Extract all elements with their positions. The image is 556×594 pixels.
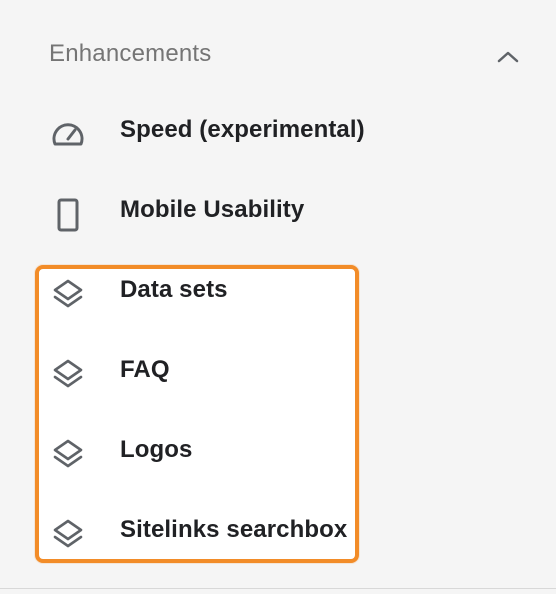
section-title: Enhancements xyxy=(49,40,212,67)
nav-item-sitelinks-searchbox[interactable]: Sitelinks searchbox xyxy=(0,495,556,575)
nav-label-logos: Logos xyxy=(120,436,193,463)
nav-item-speed[interactable]: Speed (experimental) xyxy=(0,95,556,175)
divider xyxy=(0,588,556,589)
nav-item-data-sets[interactable]: Data sets xyxy=(0,255,556,335)
nav-label-data-sets: Data sets xyxy=(120,276,228,303)
nav-item-mobile-usability[interactable]: Mobile Usability xyxy=(0,175,556,255)
layers-icon xyxy=(48,515,88,555)
enhancements-section-header[interactable]: Enhancements xyxy=(0,0,556,110)
smartphone-icon xyxy=(48,195,88,235)
layers-icon xyxy=(48,435,88,475)
layers-icon xyxy=(48,355,88,395)
nav-label-faq: FAQ xyxy=(120,356,170,383)
speedometer-icon xyxy=(48,115,88,155)
nav-label-sitelinks-searchbox: Sitelinks searchbox xyxy=(120,516,348,543)
layers-icon xyxy=(48,275,88,315)
chevron-up-icon[interactable] xyxy=(494,44,522,68)
nav-item-logos[interactable]: Logos xyxy=(0,415,556,495)
nav-label-speed: Speed (experimental) xyxy=(120,116,365,143)
nav-label-mobile-usability: Mobile Usability xyxy=(120,196,305,223)
nav-item-faq[interactable]: FAQ xyxy=(0,335,556,415)
enhancements-panel: Enhancements Speed (experimental) Mobile… xyxy=(0,0,556,594)
